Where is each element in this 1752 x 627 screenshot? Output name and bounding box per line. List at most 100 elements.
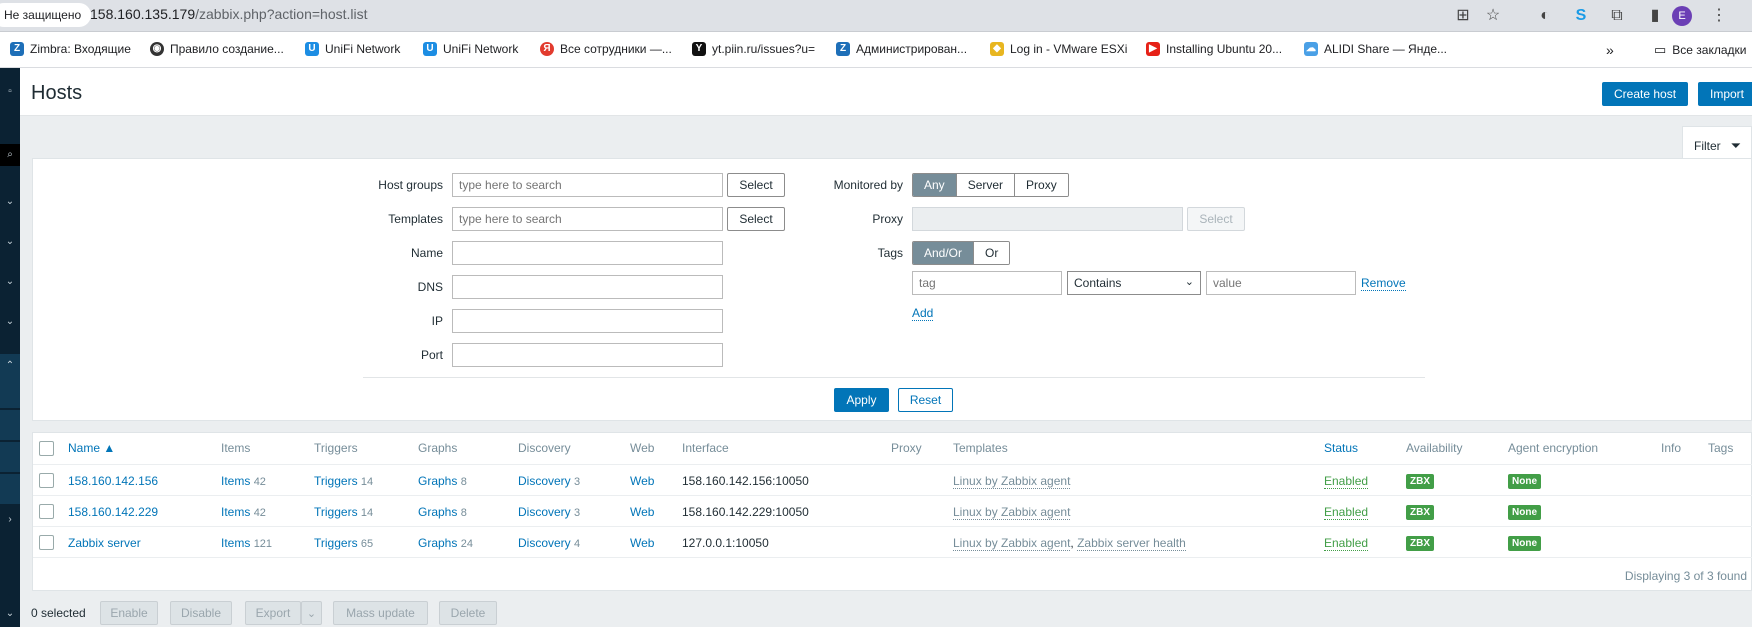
- web-link[interactable]: Web: [630, 474, 654, 488]
- name-field[interactable]: [452, 241, 723, 265]
- all-bookmarks[interactable]: ▭ Все закладки: [1654, 42, 1747, 58]
- templates-input[interactable]: [452, 207, 723, 231]
- discovery-link[interactable]: Discovery 3: [518, 474, 580, 488]
- filter-tab[interactable]: Filter ⏷: [1682, 126, 1752, 159]
- host-groups-input[interactable]: [452, 173, 723, 197]
- import-button[interactable]: Import: [1698, 82, 1752, 106]
- export-button[interactable]: Export: [245, 601, 301, 625]
- items-link[interactable]: Items 42: [221, 474, 266, 488]
- triggers-link[interactable]: Triggers 65: [314, 536, 373, 550]
- monitored-proxy-option[interactable]: Proxy: [1015, 174, 1068, 196]
- encryption-badge: None: [1508, 535, 1541, 551]
- chevron-up-icon[interactable]: ⌃: [0, 354, 20, 378]
- web-link[interactable]: Web: [630, 536, 654, 550]
- row-checkbox[interactable]: [39, 473, 54, 488]
- host-name-link[interactable]: Zabbix server: [68, 536, 141, 550]
- bookmark-8[interactable]: ▶ Installing Ubuntu 20...: [1146, 42, 1282, 56]
- host-groups-select-button[interactable]: Select: [727, 173, 785, 197]
- dns-field[interactable]: [452, 275, 723, 299]
- bookmark-1[interactable]: ◉ Правило создание...: [150, 42, 284, 56]
- extension-icon[interactable]: ◐: [1534, 5, 1556, 27]
- sidebar-item[interactable]: [0, 474, 20, 504]
- tag-operator-select[interactable]: Contains ⌄: [1067, 271, 1201, 295]
- items-link[interactable]: Items 121: [221, 536, 272, 550]
- row-checkbox[interactable]: [39, 535, 54, 550]
- chevron-right-icon[interactable]: ›: [0, 514, 20, 525]
- template-link[interactable]: Linux by Zabbix agent: [953, 474, 1071, 489]
- triggers-link[interactable]: Triggers 14: [314, 474, 373, 488]
- template-link[interactable]: Zabbix server health: [1077, 536, 1186, 551]
- export-dropdown[interactable]: ⌄: [301, 601, 322, 625]
- sidebar-item[interactable]: [0, 410, 20, 440]
- port-field[interactable]: [452, 343, 723, 367]
- chevron-down-icon[interactable]: ⌄: [0, 236, 20, 247]
- items-link[interactable]: Items 42: [221, 505, 266, 519]
- bookmark-9[interactable]: ☁ ALIDI Share — Янде...: [1304, 42, 1447, 56]
- enable-button[interactable]: Enable: [100, 601, 158, 625]
- monitored-any-option[interactable]: Any: [913, 174, 957, 196]
- tag-input[interactable]: [912, 271, 1062, 295]
- s-extension-icon[interactable]: S: [1570, 5, 1592, 27]
- header-name[interactable]: Name ▲: [68, 441, 115, 455]
- chevron-down-icon[interactable]: ⌄: [0, 608, 20, 619]
- chevron-down-icon[interactable]: ⌄: [0, 276, 20, 287]
- row-checkbox[interactable]: [39, 504, 54, 519]
- bookmark-7[interactable]: ◆ Log in - VMware ESXi: [990, 42, 1127, 56]
- create-host-button[interactable]: Create host: [1602, 82, 1689, 106]
- bookmark-0[interactable]: Z Zimbra: Входящие: [10, 42, 131, 56]
- discovery-link[interactable]: Discovery 3: [518, 505, 580, 519]
- star-icon[interactable]: ☆: [1482, 5, 1504, 27]
- reset-button[interactable]: Reset: [898, 388, 953, 412]
- bookmark-3[interactable]: U UniFi Network: [423, 42, 518, 56]
- web-link[interactable]: Web: [630, 505, 654, 519]
- monitored-server-option[interactable]: Server: [956, 174, 1016, 196]
- more-bookmarks-icon[interactable]: »: [1606, 42, 1614, 58]
- header-status[interactable]: Status: [1324, 441, 1358, 455]
- remove-tag-link[interactable]: Remove: [1361, 276, 1406, 291]
- bookmark-2[interactable]: U UniFi Network: [305, 42, 400, 56]
- bookmark-6[interactable]: Z Администрирован...: [836, 42, 967, 56]
- menu-icon[interactable]: ⋮: [1708, 5, 1730, 27]
- ip-field[interactable]: [452, 309, 723, 333]
- discovery-link[interactable]: Discovery 4: [518, 536, 580, 550]
- tag-operator-value: Contains: [1074, 276, 1122, 290]
- host-name-link[interactable]: 158.160.142.156: [68, 474, 158, 488]
- template-link[interactable]: Linux by Zabbix agent: [953, 536, 1071, 551]
- chevron-down-icon[interactable]: ⌄: [0, 196, 20, 207]
- puzzle-icon[interactable]: ⧉: [1606, 5, 1628, 27]
- graphs-link[interactable]: Graphs 8: [418, 474, 467, 488]
- graphs-link[interactable]: Graphs 8: [418, 505, 467, 519]
- select-all-checkbox[interactable]: [39, 441, 54, 456]
- encryption-badge: None: [1508, 473, 1541, 489]
- status-toggle[interactable]: Enabled: [1324, 505, 1369, 520]
- sidebar-item[interactable]: [0, 378, 20, 408]
- search-icon[interactable]: ⌕: [0, 144, 20, 166]
- status-toggle[interactable]: Enabled: [1324, 474, 1369, 489]
- address-bar[interactable]: 158.160.135.179/zabbix.php?action=host.l…: [90, 6, 368, 22]
- security-indicator[interactable]: Не защищено: [0, 3, 92, 27]
- templates-select-button[interactable]: Select: [727, 207, 785, 231]
- interface-value: 127.0.0.1:10050: [682, 536, 769, 550]
- disable-button[interactable]: Disable: [170, 601, 232, 625]
- host-name-link[interactable]: 158.160.142.229: [68, 505, 158, 519]
- sidebar-item[interactable]: [0, 442, 20, 472]
- profile-avatar[interactable]: E: [1672, 6, 1692, 26]
- sidebar-logo-icon[interactable]: ▫: [0, 86, 20, 97]
- tag-value-input[interactable]: [1206, 271, 1356, 295]
- graphs-link[interactable]: Graphs 24: [418, 536, 473, 550]
- delete-button[interactable]: Delete: [439, 601, 497, 625]
- template-link[interactable]: Linux by Zabbix agent: [953, 505, 1071, 520]
- triggers-link[interactable]: Triggers 14: [314, 505, 373, 519]
- mass-update-button[interactable]: Mass update: [333, 601, 428, 625]
- bookmark-4[interactable]: Я Все сотрудники —...: [540, 42, 672, 56]
- chevron-down-icon[interactable]: ⌄: [0, 316, 20, 327]
- apply-button[interactable]: Apply: [834, 388, 889, 412]
- interface-value: 158.160.142.156:10050: [682, 474, 809, 488]
- sidepanel-icon[interactable]: ▮: [1644, 5, 1666, 27]
- status-toggle[interactable]: Enabled: [1324, 536, 1369, 551]
- bookmark-5[interactable]: Yyt.piin.ru/issues?u=: [692, 42, 815, 56]
- translate-icon[interactable]: ⊞: [1452, 5, 1474, 27]
- tags-andor-option[interactable]: And/Or: [913, 242, 975, 264]
- add-tag-link[interactable]: Add: [912, 306, 934, 321]
- tags-or-option[interactable]: Or: [974, 242, 1010, 264]
